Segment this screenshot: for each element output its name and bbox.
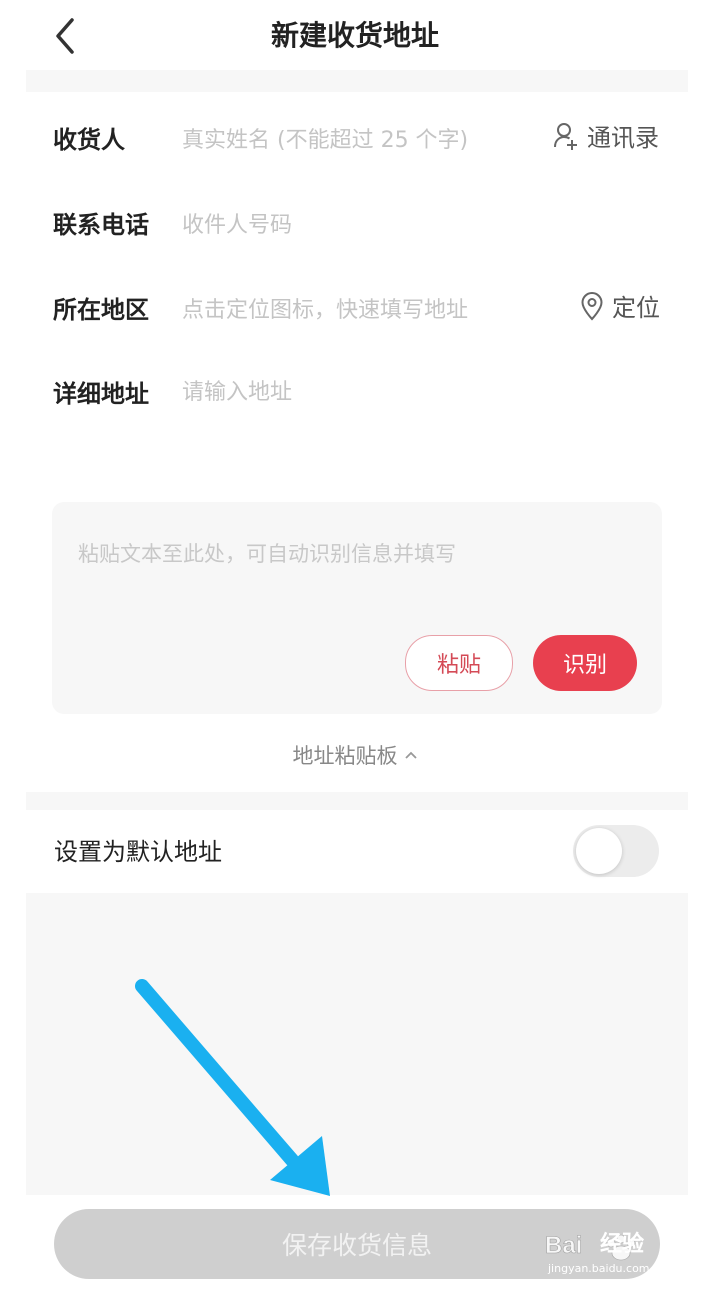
clipboard-toggle-label: 地址粘贴板 — [292, 744, 398, 768]
svg-text:Bai: Bai — [545, 1232, 582, 1259]
page-title: 新建收货地址 — [270, 19, 439, 52]
name-input[interactable]: 真实姓名 (不能超过 25 个字) — [182, 122, 468, 154]
default-address-label: 设置为默认地址 — [54, 838, 222, 866]
recognize-button[interactable]: 识别 — [533, 635, 637, 691]
locate-button[interactable]: 定位 — [580, 288, 660, 323]
clipboard-toggle[interactable]: 地址粘贴板 — [0, 740, 710, 770]
default-address-switch[interactable] — [573, 825, 659, 877]
detail-input[interactable]: 请输入地址 — [182, 374, 292, 406]
watermark-url: jingyan.baidu.com — [548, 1262, 650, 1275]
paste-button[interactable]: 粘贴 — [405, 635, 513, 691]
location-pin-icon — [581, 291, 603, 320]
detail-label: 详细地址 — [53, 380, 149, 408]
contacts-button[interactable]: 通讯录 — [553, 118, 659, 153]
name-label: 收货人 — [53, 126, 125, 154]
section-divider — [26, 792, 688, 810]
contacts-label: 通讯录 — [587, 124, 659, 152]
switch-knob — [576, 828, 622, 874]
phone-input[interactable]: 收件人号码 — [182, 207, 292, 239]
arrow-down-right-icon — [135, 979, 330, 1196]
watermark-text: 经验 — [600, 1232, 645, 1257]
locate-label: 定位 — [612, 294, 660, 322]
phone-label: 联系电话 — [53, 211, 149, 239]
region-label: 所在地区 — [53, 296, 149, 324]
header-divider — [26, 70, 688, 92]
chevron-up-icon — [404, 751, 417, 759]
region-input[interactable]: 点击定位图标，快速填写地址 — [182, 292, 468, 324]
paste-placeholder: 粘贴文本至此处，可自动识别信息并填写 — [78, 542, 456, 566]
user-plus-icon — [554, 122, 577, 150]
